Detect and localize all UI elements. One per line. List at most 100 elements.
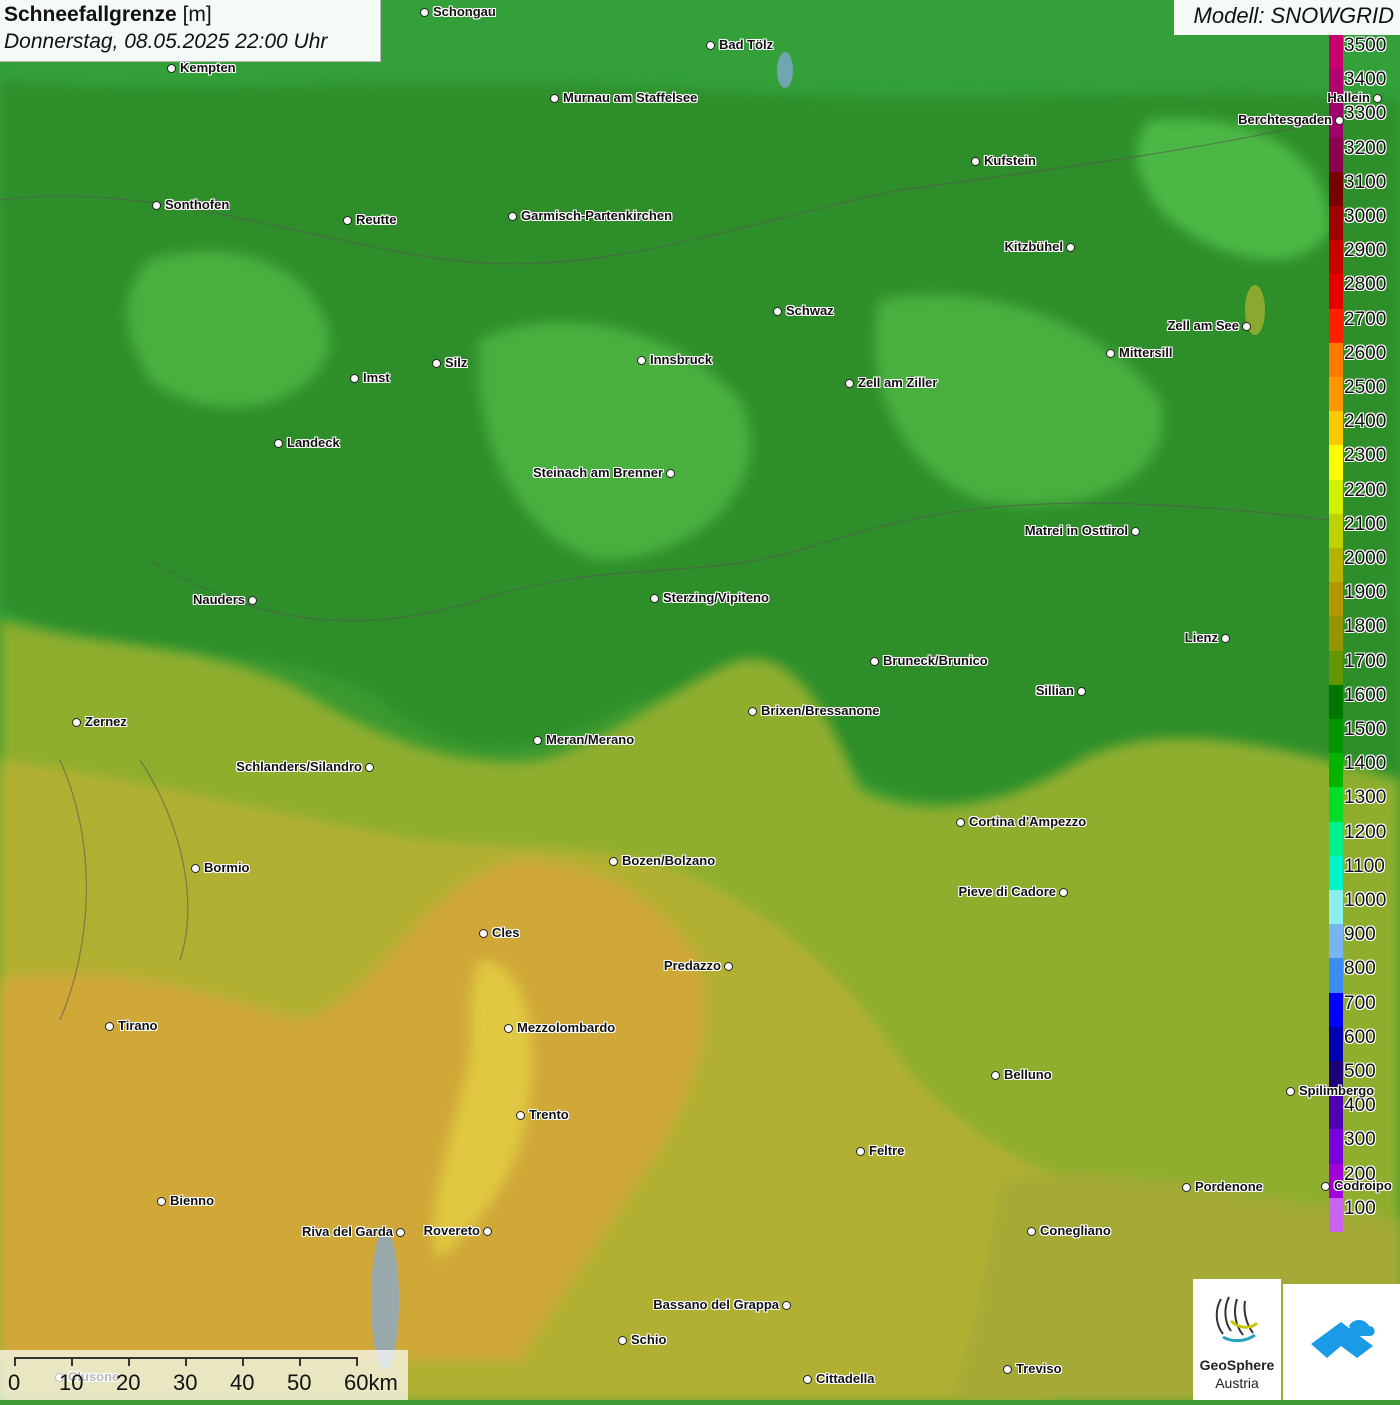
legend-label: 1700 <box>1344 650 1387 672</box>
geosphere-logo[interactable]: GeoSphere Austria <box>1193 1279 1281 1400</box>
legend-label: 1600 <box>1344 684 1387 706</box>
legend-label: 3200 <box>1344 137 1387 159</box>
city-marker <box>956 818 965 827</box>
legend-swatch <box>1329 171 1343 207</box>
city-label[interactable]: Cortina d'Ampezzo <box>969 814 1086 829</box>
legend-swatch <box>1329 719 1343 754</box>
city-label[interactable]: Lienz <box>1185 630 1218 645</box>
city-label[interactable]: Mittersill <box>1119 345 1172 360</box>
legend-swatch <box>1329 411 1343 446</box>
city-label[interactable]: Bad Tölz <box>719 37 773 52</box>
city-label[interactable]: Feltre <box>869 1143 904 1158</box>
city-label[interactable]: Garmisch-Partenkirchen <box>521 208 672 223</box>
legend-swatch <box>1329 274 1343 310</box>
city-marker <box>483 1227 492 1236</box>
city-label[interactable]: Schio <box>631 1332 666 1347</box>
city-marker <box>1066 243 1075 252</box>
city-label[interactable]: Tirano <box>118 1018 158 1033</box>
city-label[interactable]: Predazzo <box>664 958 721 973</box>
city-marker <box>105 1022 114 1031</box>
city-marker <box>248 596 257 605</box>
legend-swatch <box>1329 855 1343 891</box>
city-label[interactable]: Brixen/Bressanone <box>761 703 880 718</box>
legend-label: 2300 <box>1344 445 1387 467</box>
legend-swatch <box>1329 787 1343 823</box>
city-label[interactable]: Spilimbergo <box>1299 1083 1374 1098</box>
city-marker <box>420 8 429 17</box>
city-label[interactable]: Treviso <box>1016 1361 1062 1376</box>
city-label[interactable]: Schlanders/Silandro <box>236 759 362 774</box>
city-label[interactable]: Sterzing/Vipiteno <box>663 590 769 605</box>
city-label[interactable]: Zell am Ziller <box>858 375 937 390</box>
city-label[interactable]: Belluno <box>1004 1067 1052 1082</box>
city-label[interactable]: Bienno <box>170 1193 214 1208</box>
city-label[interactable]: Pieve di Cadore <box>958 884 1056 899</box>
legend-swatch <box>1329 479 1343 515</box>
city-label[interactable]: Bassano del Grappa <box>653 1297 779 1312</box>
legend-label: 2800 <box>1344 274 1387 296</box>
legend-swatch <box>1329 1095 1343 1130</box>
app-logo[interactable] <box>1283 1284 1400 1400</box>
legend-label: 700 <box>1344 992 1376 1014</box>
legend-swatch <box>1329 206 1343 241</box>
city-label[interactable]: Steinach am Brenner <box>533 465 663 480</box>
city-label[interactable]: Zell am See <box>1167 318 1239 333</box>
legend-swatch <box>1329 890 1343 925</box>
city-label[interactable]: Schwaz <box>786 303 834 318</box>
map-title: Schneefallgrenze [m] <box>4 2 376 28</box>
city-label[interactable]: Kempten <box>180 60 236 75</box>
city-label[interactable]: Reutte <box>356 212 396 227</box>
city-marker <box>1027 1227 1036 1236</box>
city-label[interactable]: Pordenone <box>1195 1179 1263 1194</box>
city-marker <box>343 216 352 225</box>
city-marker <box>1003 1365 1012 1374</box>
city-marker <box>191 864 200 873</box>
legend-label: 1400 <box>1344 753 1387 775</box>
legend-label: 1800 <box>1344 616 1387 638</box>
legend-swatch <box>1329 924 1343 959</box>
city-label[interactable]: Bozen/Bolzano <box>622 853 715 868</box>
city-label[interactable]: Hallein <box>1327 90 1370 105</box>
city-label[interactable]: Nauders <box>193 592 245 607</box>
city-label[interactable]: Kitzbühel <box>1005 239 1064 254</box>
city-label[interactable]: Bormio <box>204 860 250 875</box>
city-label[interactable]: Berchtesgaden <box>1238 112 1332 127</box>
city-label[interactable]: Silz <box>445 355 467 370</box>
city-label[interactable]: Imst <box>363 370 390 385</box>
city-label[interactable]: Kufstein <box>984 153 1036 168</box>
city-label[interactable]: Rovereto <box>424 1223 480 1238</box>
legend-label: 1300 <box>1344 787 1387 809</box>
legend-swatch <box>1329 1026 1343 1062</box>
city-marker <box>782 1301 791 1310</box>
legend-label: 3100 <box>1344 171 1387 193</box>
city-label[interactable]: Sillian <box>1036 683 1074 698</box>
city-label[interactable]: Bruneck/Brunico <box>883 653 988 668</box>
city-label[interactable]: Landeck <box>287 435 340 450</box>
legend-label: 2400 <box>1344 411 1387 433</box>
city-label[interactable]: Conegliano <box>1040 1223 1111 1238</box>
city-marker <box>1286 1087 1295 1096</box>
city-label[interactable]: Trento <box>529 1107 569 1122</box>
city-label[interactable]: Meran/Merano <box>546 732 634 747</box>
city-label[interactable]: Sonthofen <box>165 197 229 212</box>
city-label[interactable]: Matrei in Osttirol <box>1025 523 1128 538</box>
scale-tick <box>356 1357 358 1366</box>
city-label[interactable]: Mezzolombardo <box>517 1020 615 1035</box>
city-marker <box>1242 322 1251 331</box>
city-label[interactable]: Cles <box>492 925 519 940</box>
city-marker <box>365 763 374 772</box>
city-label[interactable]: Innsbruck <box>650 352 712 367</box>
city-marker <box>1321 1182 1330 1191</box>
city-label[interactable]: Murnau am Staffelsee <box>563 90 697 105</box>
legend-swatch <box>1329 992 1343 1028</box>
legend-swatch <box>1329 137 1343 173</box>
city-label[interactable]: Riva del Garda <box>302 1224 393 1239</box>
city-marker <box>706 41 715 50</box>
legend-label: 400 <box>1344 1095 1376 1117</box>
city-label[interactable]: Schongau <box>433 4 496 19</box>
city-label[interactable]: Cittadella <box>816 1371 875 1386</box>
legend-label: 2900 <box>1344 240 1387 262</box>
city-marker <box>650 594 659 603</box>
city-label[interactable]: Codroipo <box>1334 1178 1392 1193</box>
city-label[interactable]: Zernez <box>85 714 127 729</box>
